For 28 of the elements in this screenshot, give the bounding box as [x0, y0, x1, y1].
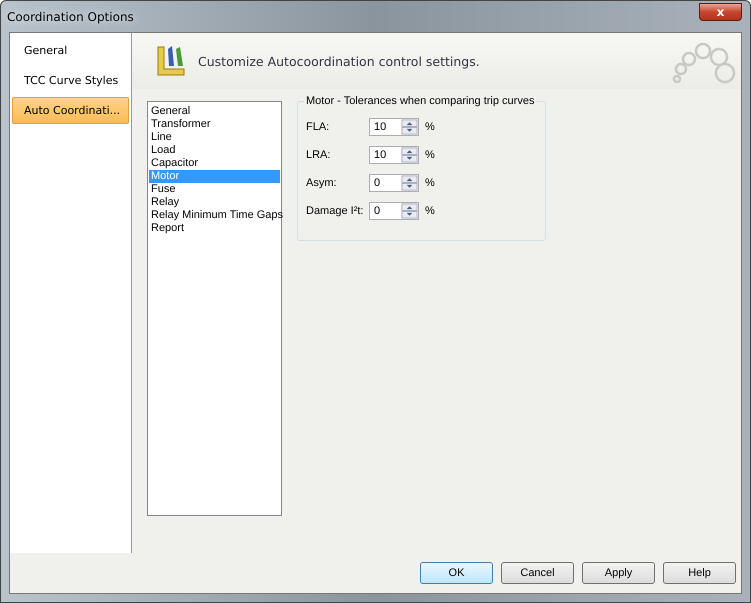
list-item[interactable]: Report — [149, 222, 280, 235]
nav-item[interactable]: General — [12, 37, 129, 64]
list-item[interactable]: General — [149, 105, 280, 118]
field-label: Asym: — [306, 177, 338, 189]
nav-item[interactable]: Auto Coordinati... — [12, 97, 129, 124]
list-item[interactable]: Load — [149, 144, 280, 157]
window-title: Coordination Options — [7, 10, 134, 24]
dialog-button[interactable]: Apply — [582, 562, 655, 584]
field-label: Damage I²t: — [306, 205, 364, 217]
list-item[interactable]: Capacitor — [149, 157, 280, 170]
list-item[interactable]: Line — [149, 131, 280, 144]
ruler-icon — [156, 45, 186, 77]
group-title: Motor - Tolerances when comparing trip curves — [304, 95, 536, 107]
dialog-button[interactable]: Cancel — [501, 562, 574, 584]
field-label: FLA: — [306, 121, 330, 133]
dialog-button[interactable]: OK — [420, 562, 493, 584]
field-label: LRA: — [306, 149, 332, 161]
unit-label: % — [425, 149, 435, 161]
unit-label: % — [425, 121, 435, 133]
unit-label: % — [425, 205, 435, 217]
dialog-button[interactable]: Help — [663, 562, 736, 584]
unit-label: % — [425, 177, 435, 189]
nav-item[interactable]: TCC Curve Styles — [12, 67, 129, 94]
list-item[interactable]: Fuse — [149, 183, 280, 196]
list-item[interactable]: Transformer — [149, 118, 280, 131]
header-text: Customize Autocoordination control settings. — [198, 54, 480, 68]
list-item[interactable]: Relay — [149, 196, 280, 209]
close-button[interactable]: x — [699, 2, 742, 20]
